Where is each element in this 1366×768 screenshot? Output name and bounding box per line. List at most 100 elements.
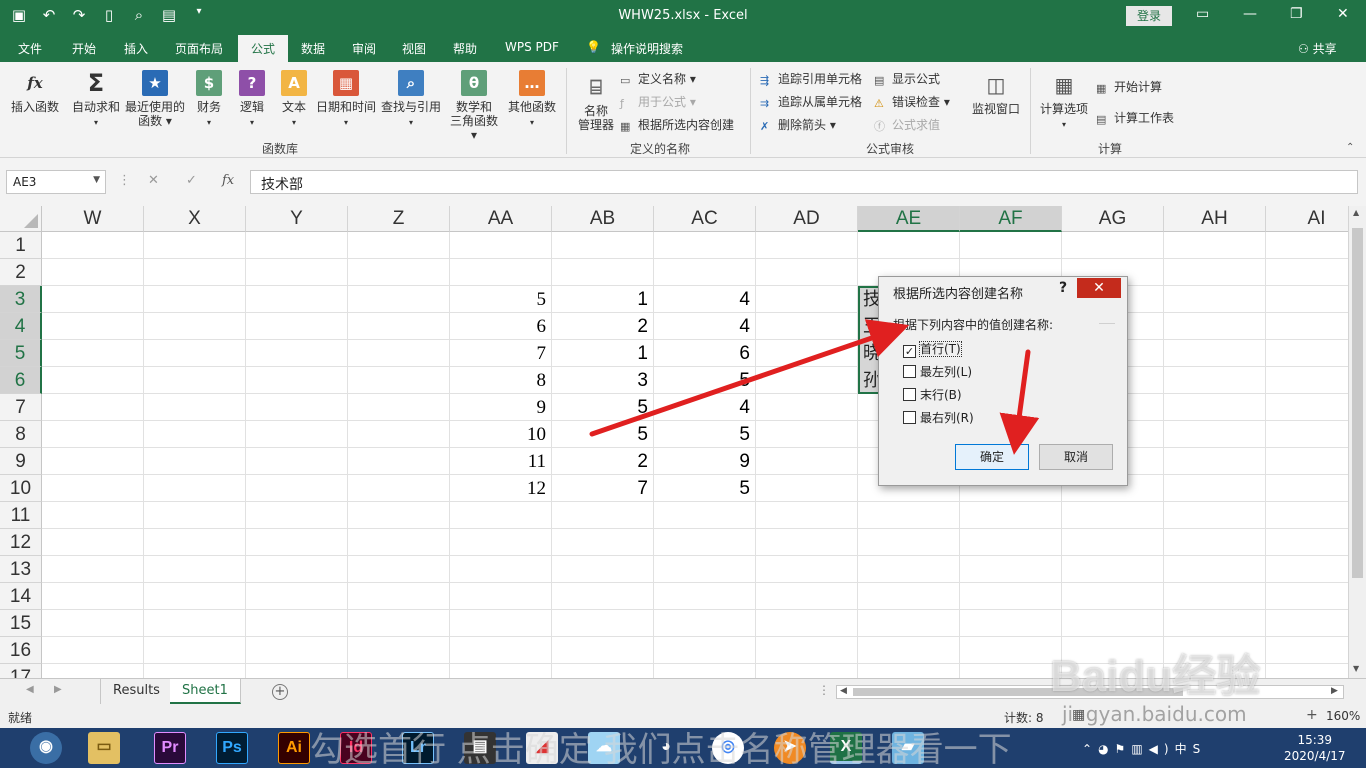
prev-sheet-icon[interactable]: ◀ (26, 684, 34, 695)
cell-aa9[interactable]: 11 (450, 448, 550, 475)
row-header-5[interactable]: 5 (0, 340, 42, 367)
column-header-af[interactable]: AF (960, 206, 1062, 232)
cell-ab5[interactable]: 1 (552, 340, 652, 367)
row-header-17[interactable]: 17 (0, 664, 42, 678)
tab-insert[interactable]: 插入 (124, 40, 148, 57)
dialog-close-button[interactable]: ✕ (1077, 278, 1121, 298)
split-handle-icon[interactable]: ⋮ (818, 683, 830, 697)
collapse-ribbon-icon[interactable]: ⌃ (1346, 142, 1354, 153)
remove-arrows-button[interactable]: ✗ 删除箭头 ▾ (760, 116, 836, 133)
calculate-sheet-button[interactable]: ▤ 计算工作表 (1096, 109, 1174, 126)
cancel-icon[interactable]: ✕ (148, 173, 159, 188)
cell-aa6[interactable]: 8 (450, 367, 550, 394)
sheet-tab-results[interactable]: Results (100, 679, 173, 704)
column-header-aa[interactable]: AA (450, 206, 552, 232)
trace-dependents-button[interactable]: ⇉ 追踪从属单元格 (760, 93, 862, 110)
cell-ac3[interactable]: 4 (654, 286, 754, 313)
flag-icon[interactable]: ⚑ (1115, 742, 1132, 756)
cell-ab3[interactable]: 1 (552, 286, 652, 313)
add-sheet-button[interactable]: + (272, 684, 288, 700)
vertical-scrollbar[interactable]: ▲ ▼ (1348, 206, 1366, 678)
cell-ab6[interactable]: 3 (552, 367, 652, 394)
ok-button[interactable]: 确定 (955, 444, 1029, 470)
tab-page-layout[interactable]: 页面布局 (175, 40, 223, 57)
ribbon-display-icon[interactable]: ▭ (1196, 6, 1209, 22)
row-header-1[interactable]: 1 (0, 232, 42, 259)
create-from-selection-button[interactable]: ▦ 根据所选内容创建 (620, 116, 734, 133)
text-button[interactable]: A 文本 ▾ (278, 70, 310, 130)
cell-ac7[interactable]: 4 (654, 394, 754, 421)
cell-ac6[interactable]: 5 (654, 367, 754, 394)
row-header-9[interactable]: 9 (0, 448, 42, 475)
column-header-ad[interactable]: AD (756, 206, 858, 232)
checkbox-left-column[interactable]: 最左列(L) (903, 363, 972, 380)
illustrator-icon[interactable]: Ai (278, 732, 310, 764)
clock[interactable]: 15:39 2020/4/17 (1284, 732, 1346, 764)
column-header-ab[interactable]: AB (552, 206, 654, 232)
cell-aa3[interactable]: 5 (450, 286, 550, 313)
scroll-thumb[interactable] (1352, 228, 1363, 578)
next-sheet-icon[interactable]: ▶ (54, 684, 62, 695)
row-header-8[interactable]: 8 (0, 421, 42, 448)
math-trig-button[interactable]: θ 数学和 三角函数 ▾ (446, 70, 502, 142)
row-header-11[interactable]: 11 (0, 502, 42, 529)
tab-help[interactable]: 帮助 (453, 40, 477, 57)
cell-ab9[interactable]: 2 (552, 448, 652, 475)
tab-home[interactable]: 开始 (72, 40, 96, 57)
column-header-ah[interactable]: AH (1164, 206, 1266, 232)
share-button[interactable]: ⚇ 共享 (1298, 40, 1337, 57)
qq-tray-icon[interactable]: ◕ (1098, 742, 1114, 756)
calculate-now-button[interactable]: ▦ 开始计算 (1096, 78, 1162, 95)
show-formulas-button[interactable]: ▤ 显示公式 (874, 70, 940, 87)
row-header-12[interactable]: 12 (0, 529, 42, 556)
row-header-7[interactable]: 7 (0, 394, 42, 421)
browser-360-icon[interactable]: ◉ (30, 732, 62, 764)
cell-aa5[interactable]: 7 (450, 340, 550, 367)
premiere-icon[interactable]: Pr (154, 732, 186, 764)
checkbox-top-row[interactable]: ✓ 首行(T) (903, 340, 962, 358)
column-header-ae[interactable]: AE (858, 206, 960, 232)
zoom-level[interactable]: 160% (1326, 709, 1360, 723)
help-button[interactable]: ? (1059, 280, 1067, 296)
volume-icon[interactable]: ◀) (1149, 742, 1175, 756)
column-header-w[interactable]: W (42, 206, 144, 232)
cancel-button[interactable]: 取消 (1039, 444, 1113, 470)
checkmark-icon[interactable]: ✓ (903, 345, 916, 358)
formula-input[interactable]: 技术部 (250, 170, 1358, 194)
worksheet-grid[interactable]: W X Y Z AA AB AC AD AE AF AG AH AI 1 2 3 4 5 6 7 8 9 10 11 12 13 1… (0, 206, 1348, 678)
checkbox-box[interactable] (903, 365, 916, 378)
checkbox-box[interactable] (903, 388, 916, 401)
tell-me-search[interactable]: 操作说明搜索 (611, 40, 683, 57)
cell-aa8[interactable]: 10 (450, 421, 550, 448)
cell-ab7[interactable]: 5 (552, 394, 652, 421)
calculation-options-button[interactable]: ▦ 计算选项 ▾ (1038, 72, 1090, 132)
tab-view[interactable]: 视图 (402, 40, 426, 57)
insert-function-icon[interactable]: fx (222, 173, 234, 188)
column-header-ag[interactable]: AG (1062, 206, 1164, 232)
recently-used-button[interactable]: ★ 最近使用的 函数 ▾ (124, 70, 186, 128)
column-header-y[interactable]: Y (246, 206, 348, 232)
cell-aa10[interactable]: 12 (450, 475, 550, 502)
tray-expand-icon[interactable]: ⌃ (1082, 742, 1098, 756)
photoshop-icon[interactable]: Ps (216, 732, 248, 764)
sogou-icon[interactable]: S (1193, 742, 1207, 756)
row-header-13[interactable]: 13 (0, 556, 42, 583)
tab-review[interactable]: 审阅 (352, 40, 376, 57)
ime-indicator[interactable]: 中 (1175, 742, 1193, 756)
column-header-ac[interactable]: AC (654, 206, 756, 232)
tab-wps-pdf[interactable]: WPS PDF (505, 40, 559, 54)
more-functions-button[interactable]: … 其他函数 ▾ (506, 70, 558, 130)
name-manager-button[interactable]: ⌸ 名称 管理器 (574, 74, 618, 132)
scroll-left-icon[interactable]: ◀ (840, 686, 847, 696)
enter-icon[interactable]: ✓ (186, 173, 197, 188)
close-window-icon[interactable]: ✕ (1337, 6, 1349, 22)
scroll-right-icon[interactable]: ▶ (1331, 686, 1338, 696)
restore-icon[interactable]: ❐ (1290, 6, 1303, 22)
checkbox-right-column[interactable]: 最右列(R) (903, 409, 974, 426)
cell-ac8[interactable]: 5 (654, 421, 754, 448)
row-header-15[interactable]: 15 (0, 610, 42, 637)
datetime-button[interactable]: ▦ 日期和时间 ▾ (314, 70, 378, 130)
use-in-formula-button[interactable]: ƒ 用于公式 ▾ (620, 93, 696, 110)
cell-ab8[interactable]: 5 (552, 421, 652, 448)
file-explorer-icon[interactable]: ▭ (88, 732, 120, 764)
